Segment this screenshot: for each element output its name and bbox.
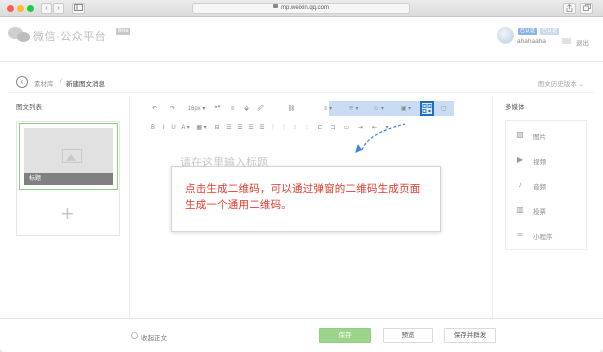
media-item-video[interactable]: ▶ 视频 — [506, 148, 586, 172]
media-item-mini-program[interactable]: ∞ 小程序 — [506, 223, 586, 247]
preview-button[interactable]: 预览 — [383, 328, 433, 343]
tooltip-text: 点击生成二维码，可以通过弹窗的二维码生成页面生成一个通用二维码。 — [185, 183, 421, 211]
media-item-vote[interactable]: ▥ 投票 — [506, 198, 586, 222]
image-icon: ▨ — [516, 130, 524, 139]
media-item-audio[interactable]: ♪ 音频 — [506, 173, 586, 197]
mini-program-icon: ∞ — [517, 230, 523, 239]
vote-icon: ▥ — [516, 205, 524, 214]
audio-icon: ♪ — [518, 180, 522, 189]
save-and-send-button[interactable]: 保存并群发 — [444, 328, 496, 343]
bottom-action-bar: 收起正文 保存 预览 保存并群发 — [0, 318, 603, 352]
browser-window: ‹ › mp.weixin.qq.com 微信·公众平台 Beta 已认证 已认… — [0, 0, 603, 352]
media-item-label: 视频 — [533, 159, 546, 166]
save-button[interactable]: 保存 — [319, 328, 371, 343]
media-item-label: 投票 — [533, 209, 546, 216]
media-panel-title: 多媒体 — [505, 104, 525, 111]
media-panel: ▨ 图片 ▶ 视频 ♪ 音频 ▥ 投票 ∞ 小程序 — [505, 120, 587, 250]
instruction-tooltip: 点击生成二维码，可以通过弹窗的二维码生成页面生成一个通用二维码。 — [171, 166, 441, 232]
media-item-label: 小程序 — [533, 234, 553, 241]
media-item-label: 图片 — [533, 134, 546, 141]
collapse-body-radio[interactable] — [131, 332, 138, 339]
media-item-label: 音频 — [533, 184, 546, 191]
media-item-image[interactable]: ▨ 图片 — [506, 123, 586, 147]
video-icon: ▶ — [516, 155, 524, 164]
collapse-body-label[interactable]: 收起正文 — [141, 332, 167, 342]
